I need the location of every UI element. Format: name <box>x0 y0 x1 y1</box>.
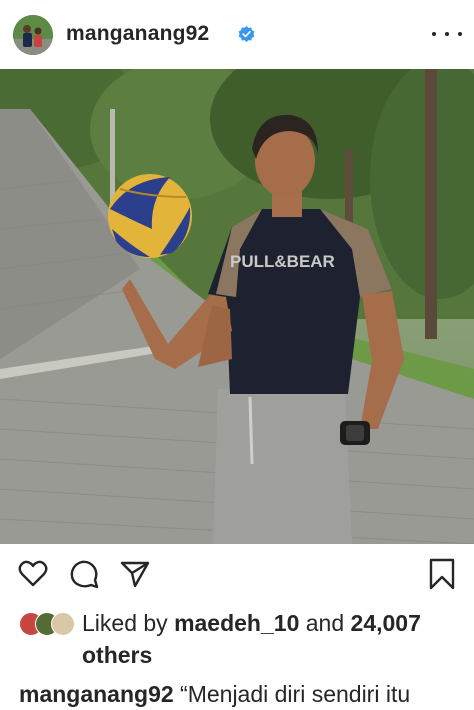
comment-icon[interactable] <box>68 558 100 590</box>
verified-badge-icon <box>238 26 255 42</box>
liker-avatar <box>51 612 75 636</box>
likes-others[interactable]: others <box>82 642 152 668</box>
bookmark-icon[interactable] <box>426 558 458 590</box>
user-avatar[interactable] <box>13 15 53 55</box>
post-caption: manganang92 “Menjadi diri sendiri itu <box>19 678 474 710</box>
liker-username[interactable]: maedeh_10 <box>174 610 299 636</box>
likes-prefix: Liked by <box>82 610 168 636</box>
caption-text: “Menjadi diri sendiri itu <box>180 681 411 707</box>
likes-connector: and <box>305 610 345 636</box>
heart-icon[interactable] <box>17 558 49 590</box>
likes-text[interactable]: Liked by maedeh_10 and 24,007 others <box>82 607 462 671</box>
action-bar <box>0 544 474 604</box>
caption-username[interactable]: manganang92 <box>19 681 174 707</box>
post-photo[interactable]: PULL&BEAR <box>0 69 474 544</box>
liker-avatars[interactable] <box>19 612 77 636</box>
share-icon[interactable] <box>119 558 151 590</box>
more-horizontal-icon[interactable] <box>432 22 462 46</box>
likes-section: Liked by maedeh_10 and 24,007 others <box>0 604 474 680</box>
post-username[interactable]: manganang92 <box>66 22 209 46</box>
likes-count[interactable]: 24,007 <box>351 610 421 636</box>
svg-text:PULL&BEAR: PULL&BEAR <box>230 252 335 271</box>
post-header: manganang92 <box>0 0 474 69</box>
